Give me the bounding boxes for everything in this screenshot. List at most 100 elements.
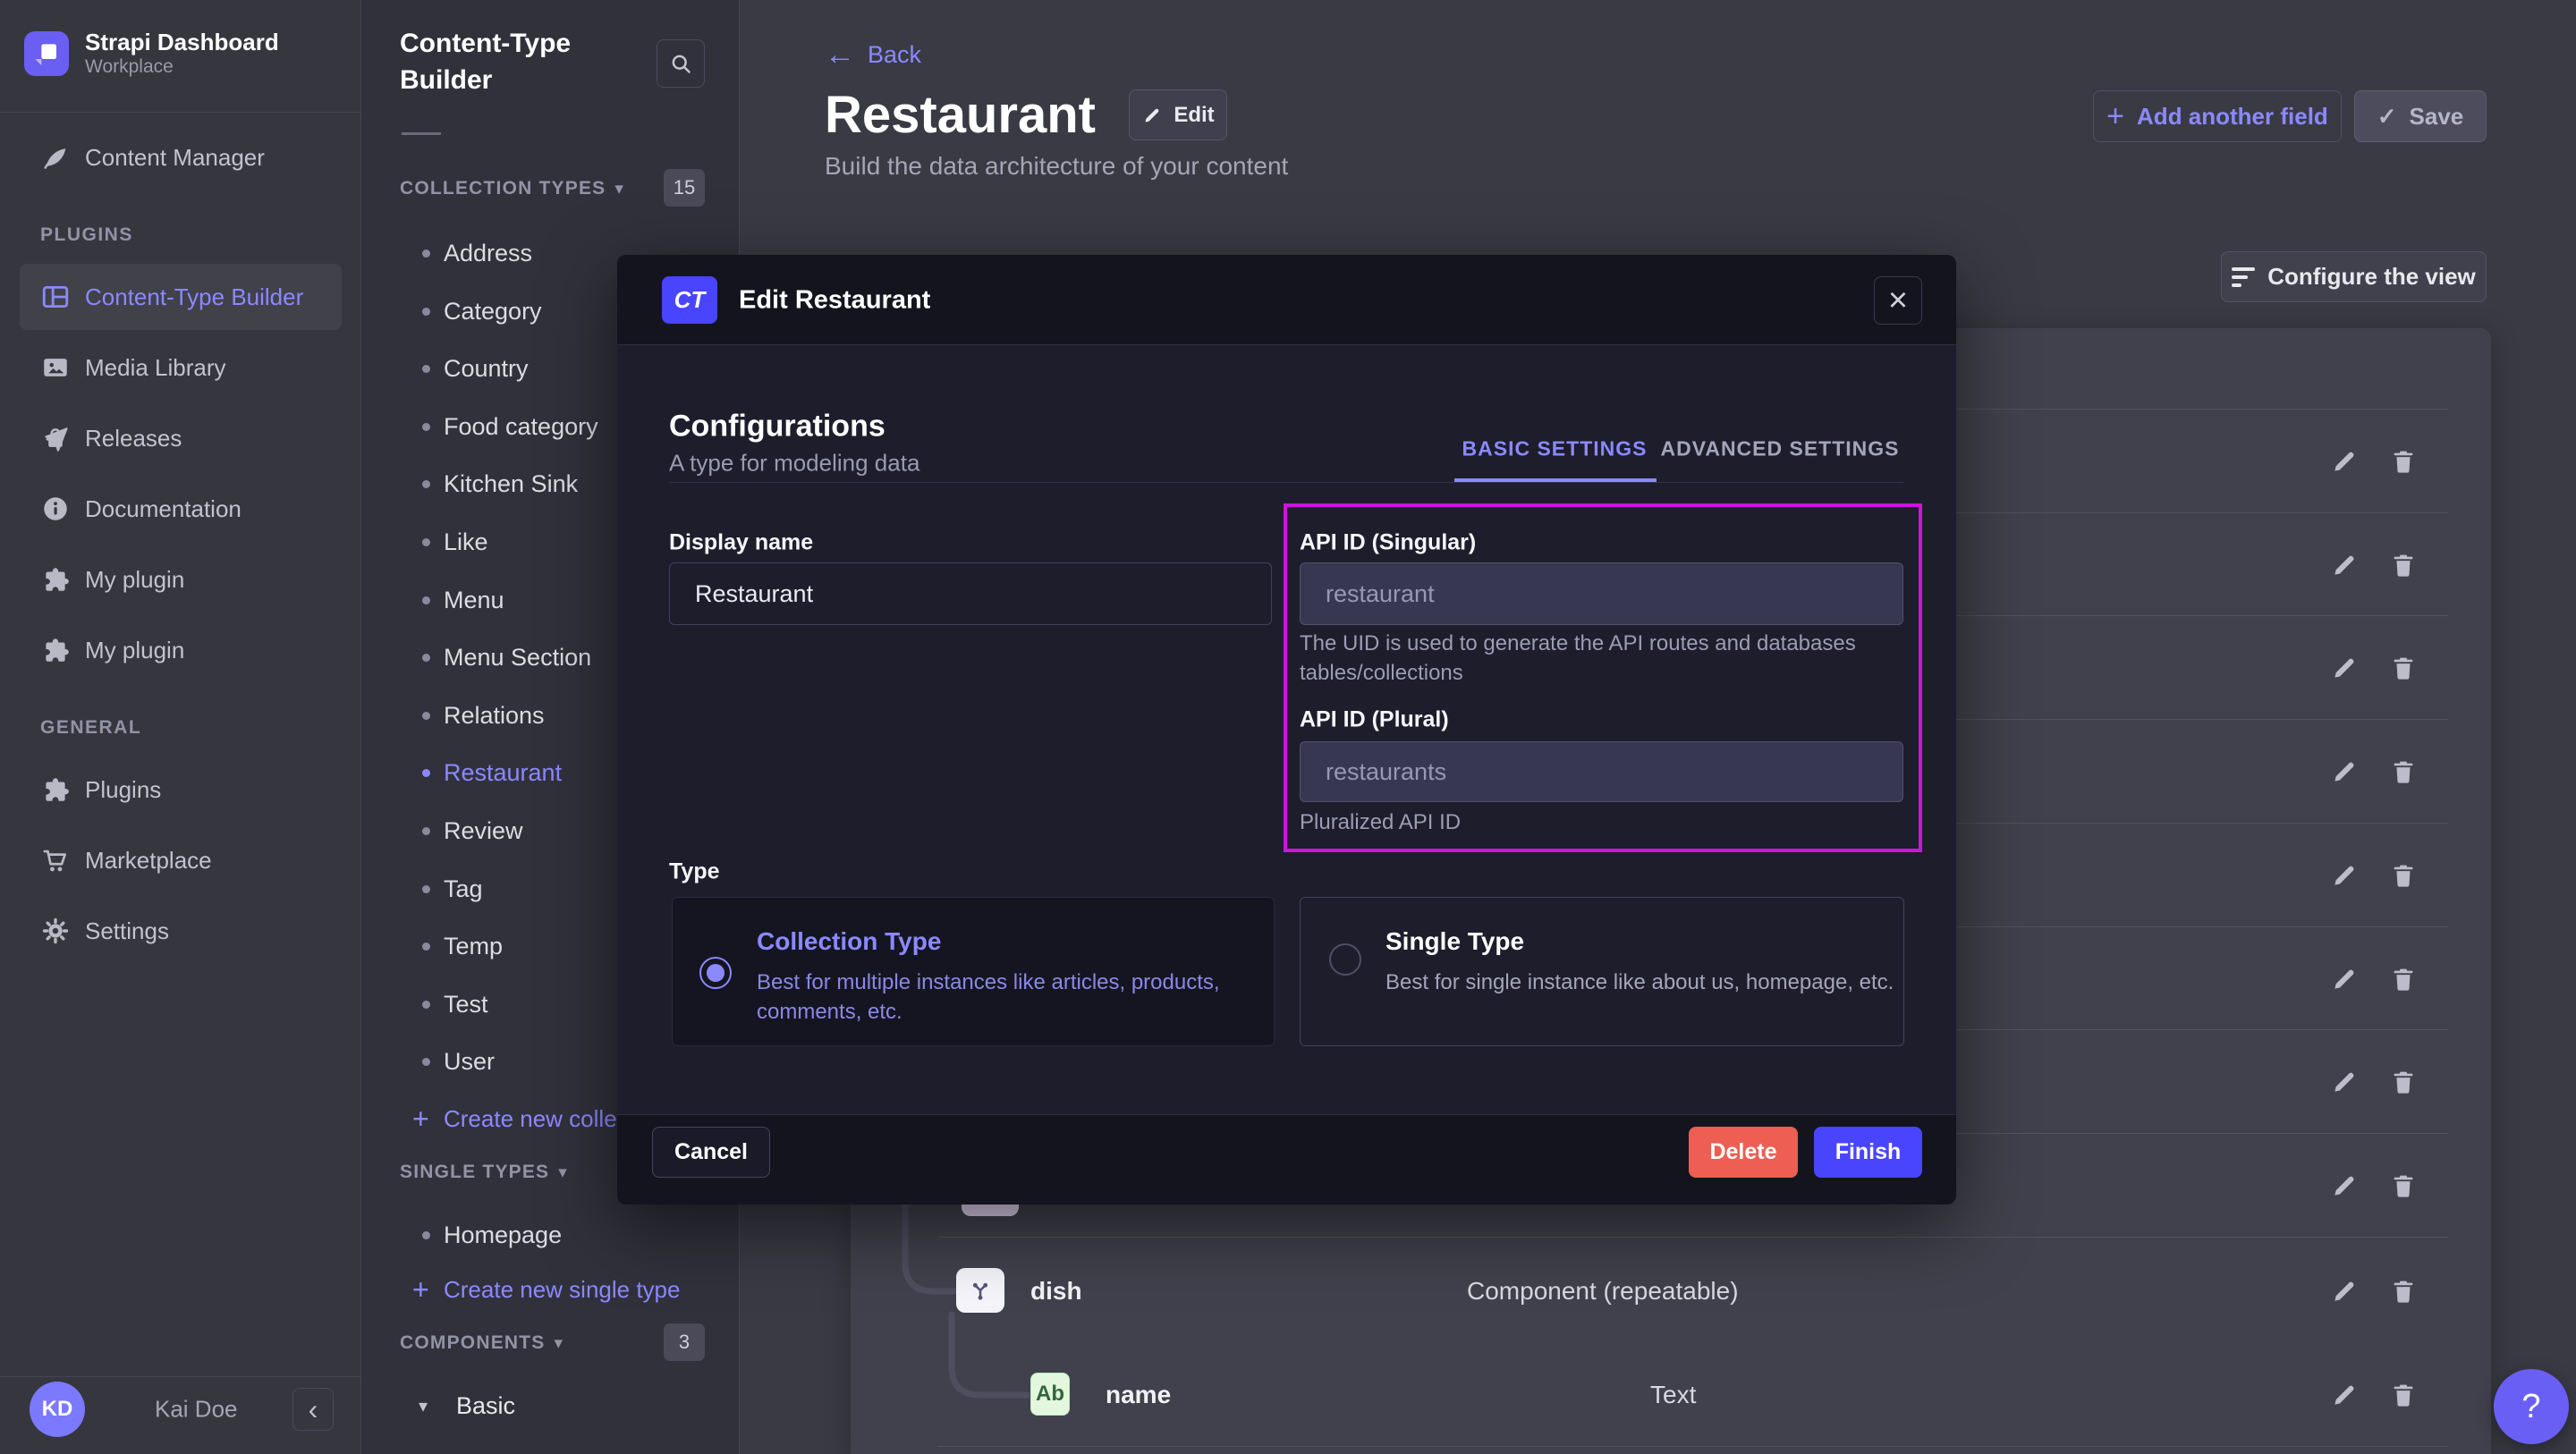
type-option-description: Best for multiple instances like article… bbox=[757, 968, 1220, 1027]
type-option-collection-type[interactable]: Collection Type Best for multiple instan… bbox=[672, 897, 1275, 1046]
question-mark-icon: ? bbox=[2521, 1388, 2540, 1426]
display-name-input[interactable] bbox=[669, 562, 1272, 625]
edit-field-button[interactable] bbox=[2329, 1067, 2360, 1097]
collection-types-header[interactable]: COLLECTION TYPES▾ bbox=[400, 178, 624, 199]
bullet-icon bbox=[422, 943, 430, 951]
edit-field-button[interactable] bbox=[2329, 446, 2360, 477]
bullet-icon bbox=[422, 249, 430, 258]
sidebar-item-content-manager[interactable]: Content Manager bbox=[0, 124, 361, 190]
finish-button[interactable]: Finish bbox=[1814, 1127, 1922, 1178]
back-link[interactable]: ← Back bbox=[825, 39, 921, 70]
delete-field-button[interactable] bbox=[2388, 964, 2419, 994]
user-avatar[interactable]: KD bbox=[30, 1382, 85, 1437]
tab-advanced-settings[interactable]: ADVANCED SETTINGS bbox=[1660, 437, 1899, 461]
bullet-icon bbox=[422, 480, 430, 488]
bullet-icon bbox=[422, 308, 430, 316]
filter-lines-icon bbox=[2232, 267, 2255, 287]
lock-icon bbox=[40, 423, 71, 453]
delete-field-button[interactable] bbox=[2388, 446, 2419, 477]
type-option-title: Single Type bbox=[1385, 927, 1524, 956]
plus-icon: + bbox=[412, 1103, 429, 1136]
field-name: name bbox=[1106, 1381, 1171, 1409]
delete-button[interactable]: Delete bbox=[1689, 1127, 1798, 1178]
delete-field-button[interactable] bbox=[2388, 757, 2419, 787]
display-name-label: Display name bbox=[669, 530, 813, 556]
single-types-header[interactable]: SINGLE TYPES▾ bbox=[400, 1162, 568, 1183]
sidebar-item-label: Releases bbox=[85, 425, 182, 452]
configure-view-button[interactable]: Configure the view bbox=[2221, 251, 2487, 302]
cancel-button[interactable]: Cancel bbox=[652, 1127, 770, 1178]
edit-field-button[interactable] bbox=[2329, 550, 2360, 580]
sidebar-item-marketplace[interactable]: Marketplace bbox=[0, 827, 361, 893]
delete-field-button[interactable] bbox=[2388, 653, 2419, 683]
edit-field-button[interactable] bbox=[2329, 757, 2360, 787]
sidebar-item-settings[interactable]: Settings bbox=[0, 898, 361, 964]
api-id-plural-hint: Pluralized API ID bbox=[1300, 807, 1461, 837]
api-id-singular-label: API ID (Singular) bbox=[1300, 530, 1476, 556]
delete-field-button[interactable] bbox=[2388, 860, 2419, 891]
bullet-icon bbox=[422, 538, 430, 546]
plus-icon: + bbox=[412, 1273, 429, 1306]
workspace-switcher[interactable]: Strapi Dashboard Workplace bbox=[24, 29, 279, 79]
chevron-down-icon: ▾ bbox=[555, 1334, 564, 1353]
count-badge: 3 bbox=[664, 1323, 705, 1361]
sidebar-item-label: My plugin bbox=[85, 566, 184, 594]
row-divider bbox=[937, 1446, 2448, 1447]
sidebar-item-plugins[interactable]: Plugins bbox=[0, 757, 361, 823]
api-id-singular-input[interactable] bbox=[1300, 562, 1903, 625]
delete-field-button[interactable] bbox=[2388, 550, 2419, 580]
tab-basic-settings[interactable]: BASIC SETTINGS bbox=[1462, 437, 1648, 461]
add-another-field-button[interactable]: + Add another field bbox=[2093, 90, 2342, 142]
component-group-basic[interactable]: ▾Basic bbox=[361, 1379, 740, 1433]
user-name: Kai Doe bbox=[155, 1396, 238, 1424]
sidebar-collapse-button[interactable]: ‹ bbox=[292, 1388, 334, 1431]
panel-title: Content-Type Builder bbox=[400, 25, 614, 98]
sidebar-item-content-type-builder[interactable]: Content-Type Builder bbox=[0, 264, 361, 330]
sidebar-item-my-plugin[interactable]: My plugin bbox=[0, 546, 361, 613]
delete-field-button[interactable] bbox=[2388, 1380, 2419, 1410]
edit-field-button[interactable] bbox=[2329, 1171, 2360, 1201]
sidebar-item-documentation[interactable]: Documentation bbox=[0, 476, 361, 542]
collection-type-label: Kitchen Sink bbox=[444, 470, 578, 498]
delete-field-button[interactable] bbox=[2388, 1171, 2419, 1201]
collection-type-label: Test bbox=[444, 991, 488, 1019]
search-button[interactable] bbox=[657, 39, 705, 88]
sidebar-item-media-library[interactable]: Media Library bbox=[0, 334, 361, 401]
edit-field-button[interactable] bbox=[2329, 1380, 2360, 1410]
edit-field-button[interactable] bbox=[2329, 860, 2360, 891]
radio-selected-icon[interactable] bbox=[699, 957, 732, 989]
collection-type-label: Address bbox=[444, 240, 532, 267]
sidebar-item-releases[interactable]: Releases bbox=[0, 405, 361, 471]
bullet-icon bbox=[422, 885, 430, 893]
bullet-icon bbox=[422, 1231, 430, 1239]
close-button[interactable]: × bbox=[1874, 276, 1922, 325]
edit-field-button[interactable] bbox=[2329, 653, 2360, 683]
api-id-plural-input[interactable] bbox=[1300, 741, 1903, 802]
sidebar-item-my-plugin[interactable]: My plugin bbox=[0, 617, 361, 683]
bullet-icon bbox=[422, 712, 430, 720]
radio-unselected-icon[interactable] bbox=[1329, 943, 1361, 976]
plugin-icon bbox=[40, 774, 71, 805]
sidebar-item-label: My plugin bbox=[85, 637, 184, 664]
save-button[interactable]: ✓ Save bbox=[2354, 90, 2487, 142]
modal-header: CT Edit Restaurant × bbox=[617, 255, 1956, 345]
components-header[interactable]: COMPONENTS▾ bbox=[400, 1332, 564, 1354]
strapi-logo-icon bbox=[24, 31, 69, 76]
type-option-single-type[interactable]: Single Type Best for single instance lik… bbox=[1300, 897, 1904, 1046]
edit-field-button[interactable] bbox=[2329, 964, 2360, 994]
sidebar: Strapi Dashboard Workplace Content Manag… bbox=[0, 0, 361, 1454]
bullet-icon bbox=[422, 769, 430, 777]
edit-button[interactable]: Edit bbox=[1129, 89, 1227, 140]
workspace-subtitle: Workplace bbox=[85, 55, 279, 79]
plugin-icon bbox=[40, 564, 71, 595]
create-new-single-type-link[interactable]: +Create new single type bbox=[361, 1265, 740, 1314]
delete-field-button[interactable] bbox=[2388, 1276, 2419, 1306]
bullet-icon bbox=[422, 1001, 430, 1009]
help-button[interactable]: ? bbox=[2494, 1369, 2569, 1444]
collection-type-label: User bbox=[444, 1048, 495, 1076]
check-icon: ✓ bbox=[2377, 103, 2397, 131]
single-type-homepage[interactable]: Homepage bbox=[361, 1208, 740, 1262]
configurations-heading: Configurations bbox=[669, 410, 886, 444]
edit-field-button[interactable] bbox=[2329, 1276, 2360, 1306]
delete-field-button[interactable] bbox=[2388, 1067, 2419, 1097]
